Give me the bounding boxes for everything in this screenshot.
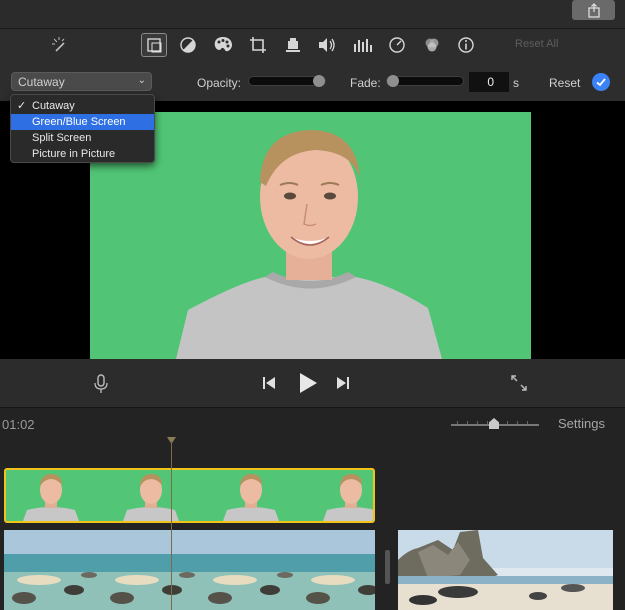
fade-unit-label: s	[513, 76, 519, 90]
beach-thumbnail-frame-3	[277, 572, 293, 578]
menu-item-label: Green/Blue Screen	[32, 116, 126, 128]
beach-thumbnail-frame-1	[17, 575, 61, 585]
stabilization-icon[interactable]	[280, 33, 306, 57]
overlay-style-select[interactable]: Cutaway ⌄	[11, 72, 152, 91]
rocky-beach-thumbnail	[398, 530, 613, 610]
beach-thumbnail-frame-1	[12, 592, 36, 604]
apply-checkmark-button[interactable]	[592, 73, 610, 91]
beach-thumbnail-frame-3	[260, 585, 280, 595]
beach-clip-thumbnails	[4, 530, 375, 610]
fade-slider[interactable]	[386, 75, 464, 87]
fullscreen-icon[interactable]	[510, 374, 528, 397]
magic-wand-icon[interactable]	[47, 33, 73, 57]
checkmark-icon	[596, 78, 606, 87]
reset-button[interactable]: Reset	[549, 76, 580, 90]
zoom-ticks	[451, 413, 539, 424]
beach-thumbnail-frame-4	[311, 575, 355, 585]
timecode: 01:02	[2, 417, 35, 432]
menu-item-split-screen[interactable]: Split Screen	[11, 130, 154, 146]
menu-item-green-blue-screen[interactable]: Green/Blue Screen	[11, 114, 154, 130]
overlay-style-menu: ✓ Cutaway Green/Blue Screen Split Screen…	[10, 94, 155, 163]
fade-duration-field[interactable]: 0	[469, 72, 509, 92]
man-portrait-image	[90, 112, 531, 359]
overlay-settings-icon[interactable]	[141, 33, 167, 57]
beach-thumbnail-frame-2	[110, 592, 134, 604]
thumbnail-frame-1	[23, 507, 79, 521]
speed-icon[interactable]	[384, 33, 410, 57]
fade-label: Fade:	[350, 76, 381, 90]
microphone-icon[interactable]	[94, 374, 108, 399]
equalizer-icon[interactable]	[349, 33, 375, 57]
fade-slider-knob[interactable]	[387, 75, 399, 87]
menu-item-label: Cutaway	[32, 100, 75, 112]
volume-icon[interactable]	[314, 33, 340, 57]
transport-bar	[0, 359, 625, 408]
opacity-slider[interactable]	[248, 75, 326, 87]
beach-thumbnail-frame-2	[162, 585, 182, 595]
play-icon[interactable]	[298, 372, 318, 399]
color-palette-icon[interactable]	[210, 33, 236, 57]
share-button[interactable]	[572, 0, 615, 20]
chevron-down-icon: ⌄	[137, 75, 146, 86]
reset-all-button[interactable]: Reset All	[515, 38, 558, 50]
clip-thumbnails	[6, 470, 373, 521]
info-icon[interactable]	[453, 33, 479, 57]
crop-icon[interactable]	[245, 33, 271, 57]
skip-forward-icon[interactable]	[336, 376, 350, 395]
title-bar	[0, 0, 625, 29]
menu-item-label: Split Screen	[32, 132, 92, 144]
check-mark-icon: ✓	[17, 100, 27, 112]
opacity-label: Opacity:	[197, 76, 242, 90]
beach-thumbnail-frame-1	[64, 585, 84, 595]
menu-item-picture-in-picture[interactable]: Picture in Picture	[11, 146, 154, 162]
green-screen-overlay-clip[interactable]	[4, 468, 375, 523]
overlay-style-value: Cutaway	[18, 75, 65, 89]
timeline-settings-button[interactable]: Settings	[558, 416, 605, 431]
menu-item-label: Picture in Picture	[32, 148, 116, 160]
beach-video-clip[interactable]	[4, 530, 375, 610]
beach-thumbnail-frame-1	[81, 572, 97, 578]
menu-item-cutaway[interactable]: ✓ Cutaway	[11, 98, 154, 114]
color-balance-icon[interactable]	[175, 33, 201, 57]
thumbnail-frame-3	[223, 507, 279, 521]
beach-thumbnail-frame-2	[179, 572, 195, 578]
beach-thumbnail-frame-3	[213, 575, 257, 585]
skip-back-icon[interactable]	[262, 376, 276, 395]
beach-thumbnail-frame-4	[306, 592, 330, 604]
playhead[interactable]	[171, 440, 172, 610]
video-preview	[90, 112, 531, 359]
beach-thumbnail-frame-2	[115, 575, 159, 585]
clip-trim-handle[interactable]	[385, 550, 390, 584]
share-icon	[587, 2, 600, 18]
opacity-slider-knob[interactable]	[313, 75, 325, 87]
rocky-beach-clip[interactable]	[398, 530, 613, 610]
beach-thumbnail-frame-3	[208, 592, 232, 604]
filter-icon[interactable]	[419, 33, 445, 57]
